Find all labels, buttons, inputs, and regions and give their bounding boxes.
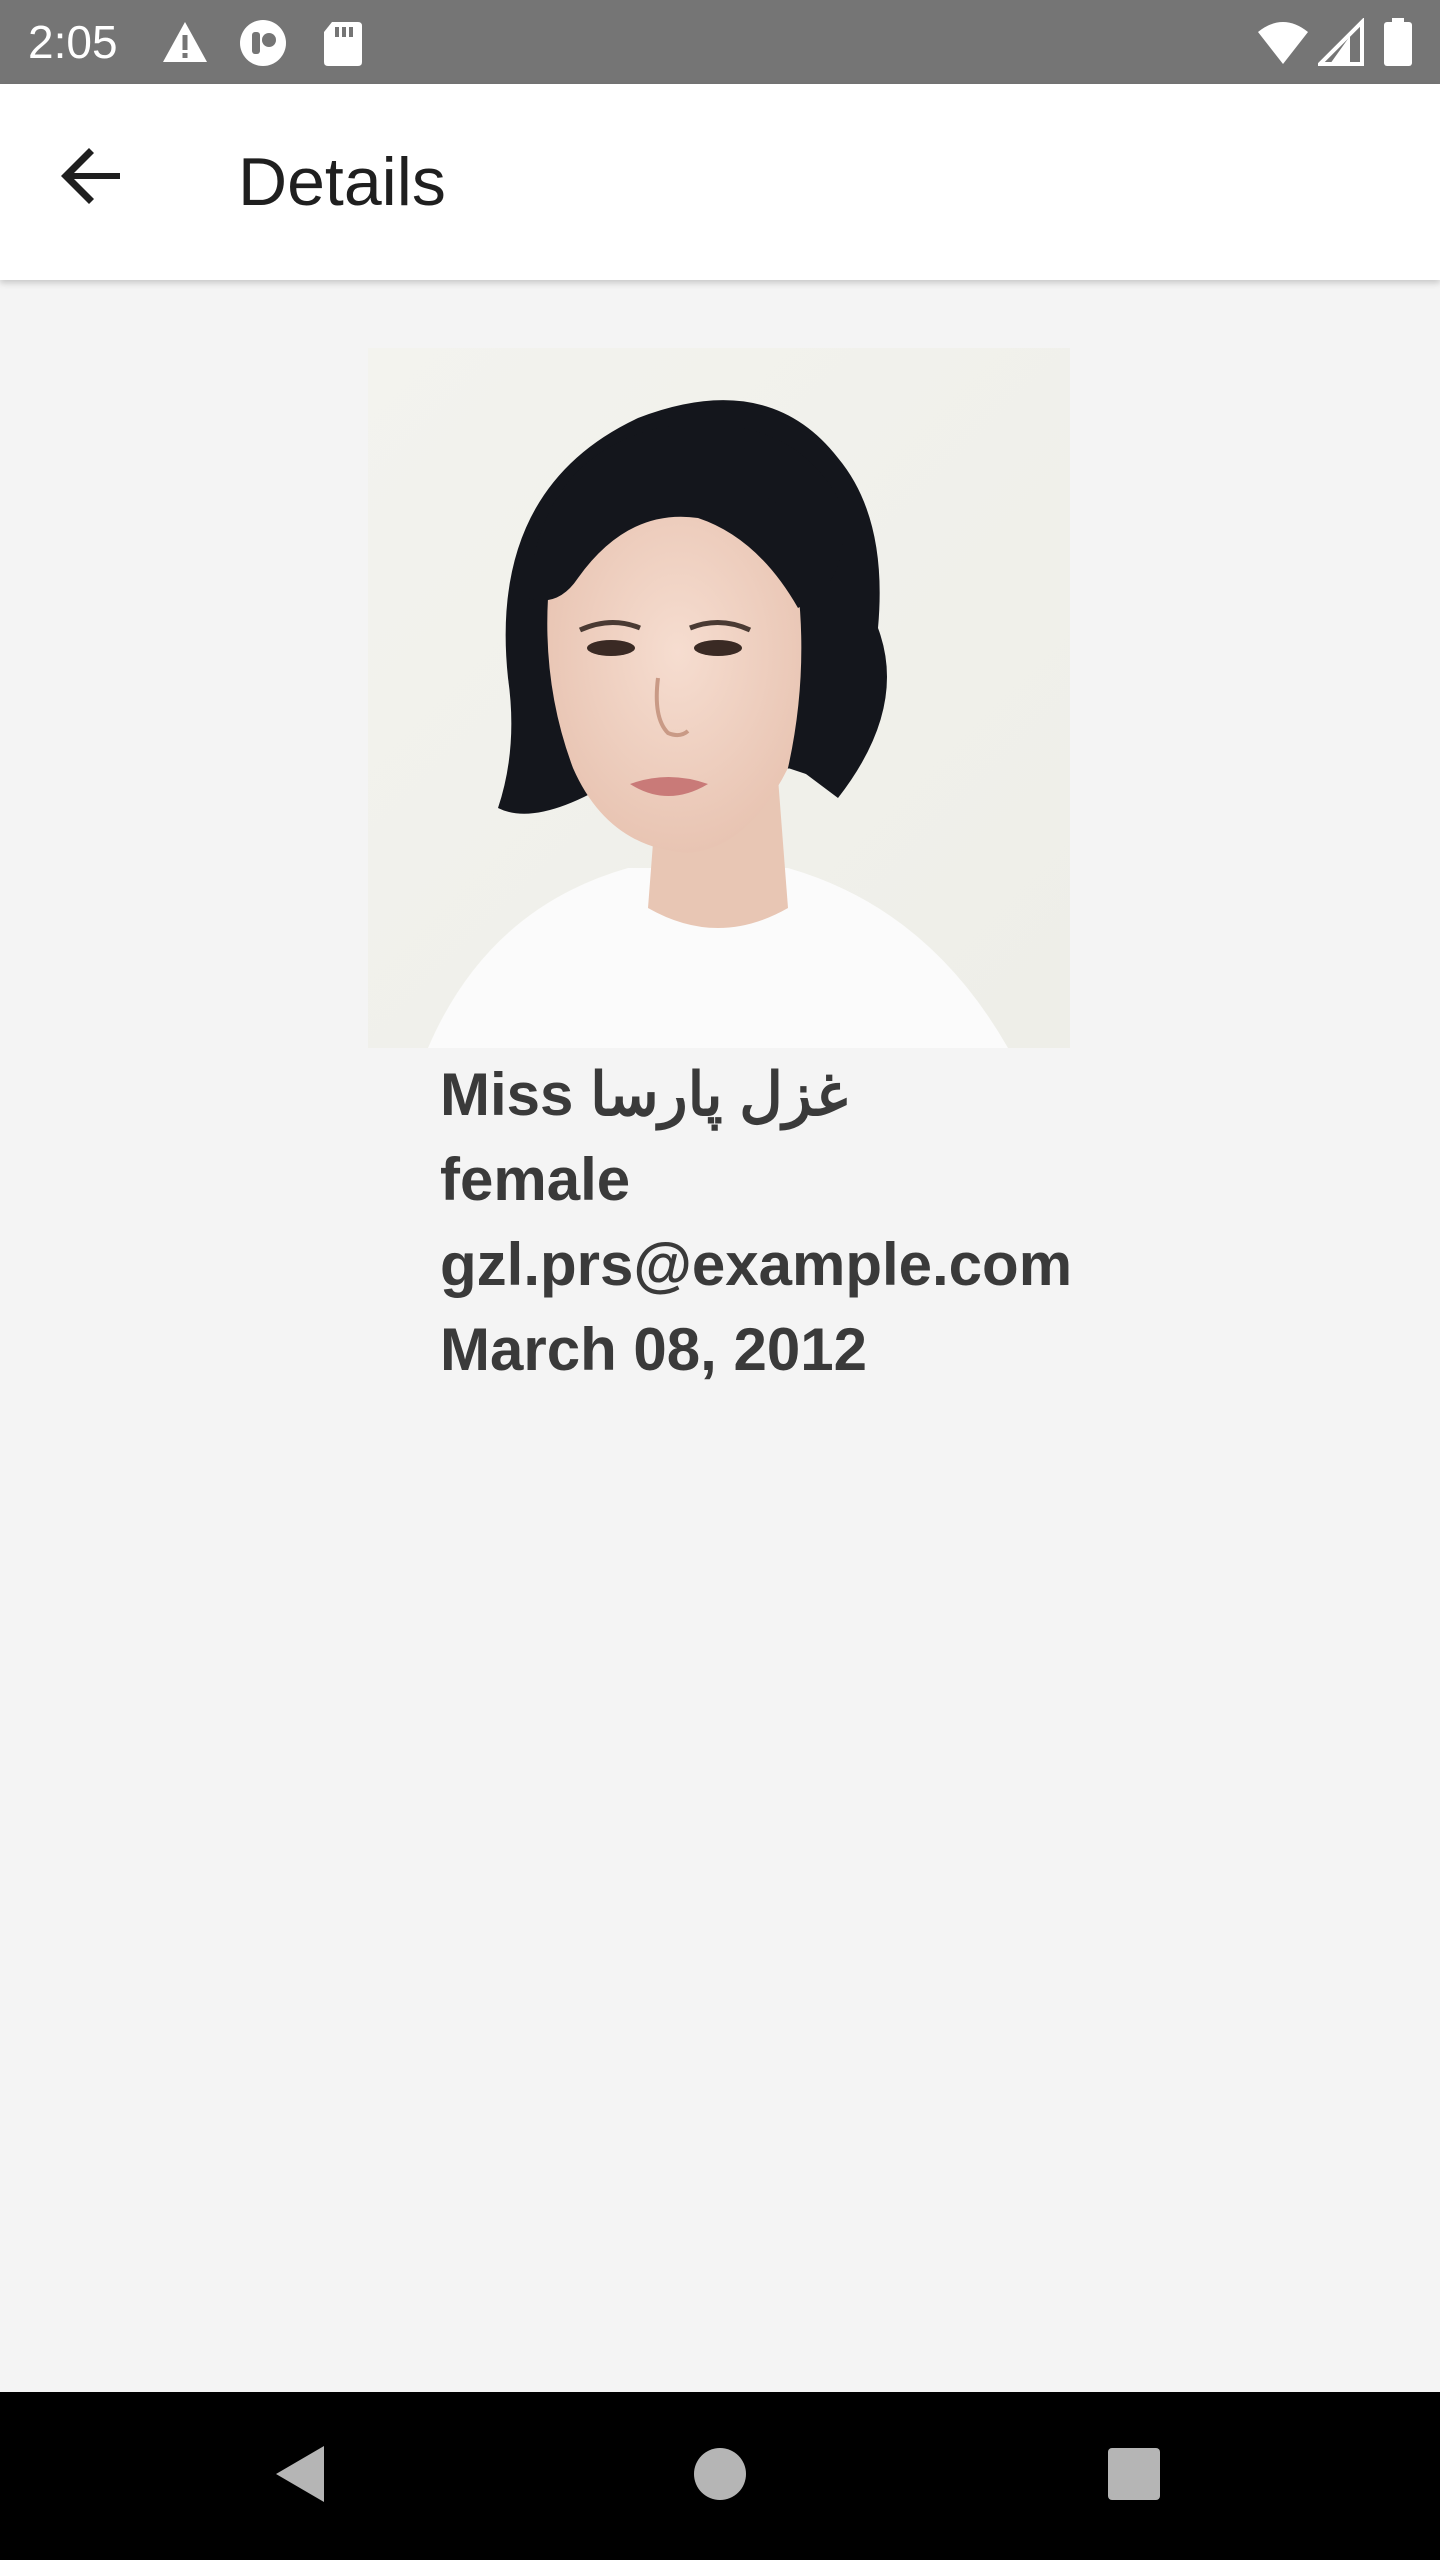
page-title: Details [238,144,446,220]
status-time: 2:05 [28,16,118,68]
profile-name: Miss غزل پارسا [440,1061,848,1128]
app-bar: Details [0,84,1440,280]
nav-recents-button[interactable] [1090,2432,1178,2520]
wifi-icon [1256,18,1308,68]
sd-card-icon [318,18,368,68]
system-nav-bar [0,2392,1440,2560]
arrow-back-icon [60,144,124,213]
profile-details: Miss غزل پارسا female gzl.prs@example.co… [440,1052,1440,1392]
back-triangle-icon [270,2442,330,2511]
back-button[interactable] [40,126,144,230]
record-icon [238,18,288,68]
profile-photo [368,348,1070,1048]
recents-square-icon [1106,2446,1162,2507]
profile-email: gzl.prs@example.com [440,1231,1073,1298]
cell-signal-icon [1315,17,1368,68]
battery-icon [1382,18,1432,68]
nav-back-button[interactable] [256,2432,344,2520]
profile-photo-illustration [368,348,1070,1048]
details-screen: 2:05 Details Miss غزل پارسا female gzl.p… [0,0,1440,2560]
profile-dob: March 08, 2012 [440,1316,867,1383]
home-circle-icon [692,2446,748,2507]
alert-triangle-icon [160,18,210,68]
profile-gender: female [440,1146,631,1213]
nav-home-button[interactable] [676,2432,764,2520]
status-bar: 2:05 [0,0,1440,84]
